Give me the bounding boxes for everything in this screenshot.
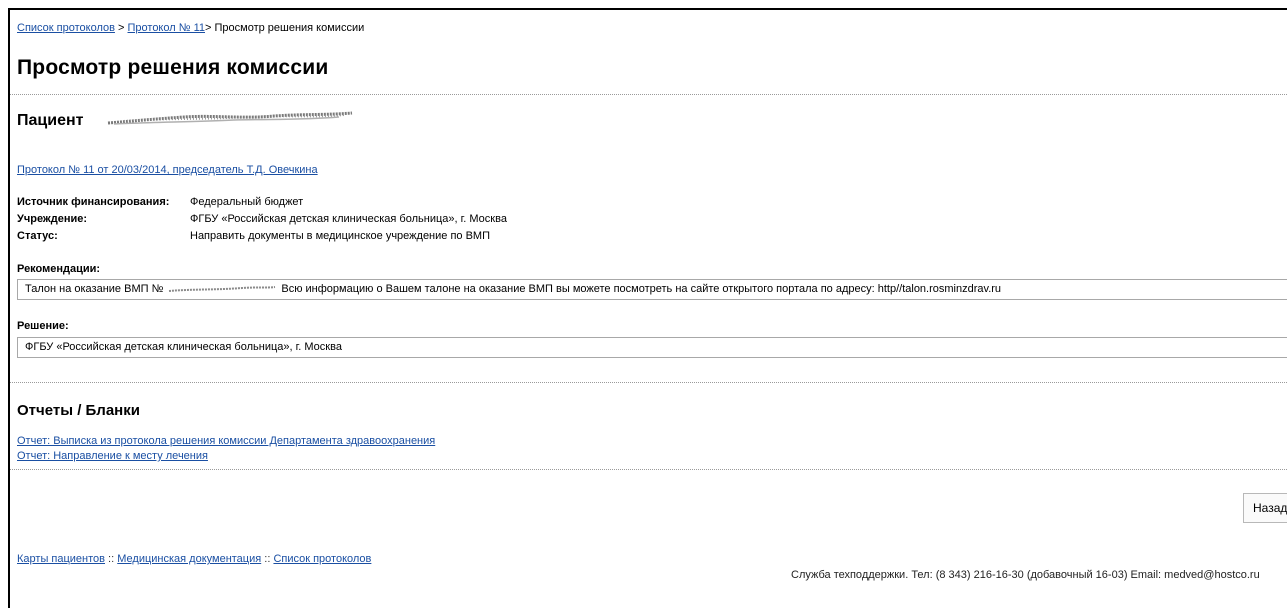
footer-link-medical-docs[interactable]: Медицинская документация [117,553,261,565]
recommendations-prefix: Талон на оказание ВМП № [25,283,164,295]
breadcrumb-separator: > [114,22,128,34]
status-value: Направить документы в медицинское учрежд… [190,230,490,242]
financing-source-value: Федеральный бюджет [190,196,304,208]
decision-value: ФГБУ «Российская детская клиническая бол… [25,341,342,353]
divider [10,469,1287,470]
protocol-link[interactable]: Протокол № 11 от 20/03/2014, председател… [17,164,318,176]
recommendations-label: Рекомендации: [17,263,101,275]
footer-nav: Карты пациентов :: Медицинская документа… [17,553,371,565]
redacted-ticket-number [169,286,276,293]
status-label: Статус: [17,230,58,242]
back-button[interactable]: Назад [1243,493,1287,523]
reports-title: Отчеты / Бланки [17,402,140,419]
divider [10,382,1287,383]
report-referral-link[interactable]: Отчет: Направление к месту лечения [17,450,208,462]
institution-value: ФГБУ «Российская детская клиническая бол… [190,213,507,225]
divider [10,94,1287,95]
financing-source-label: Источник финансирования: [17,196,170,208]
breadcrumb-current: Просмотр решения комиссии [214,22,365,34]
footer-separator: :: [105,553,118,565]
recommendations-text: Всю информацию о Вашем талоне на оказани… [281,283,1002,295]
footer-link-patient-cards[interactable]: Карты пациентов [17,553,105,565]
recommendations-field[interactable]: Талон на оказание ВМП № Всю информацию о … [17,279,1287,300]
decision-field[interactable]: ФГБУ «Российская детская клиническая бол… [17,337,1287,358]
decision-label: Решение: [17,320,69,332]
footer-separator: :: [261,553,274,565]
report-extract-link[interactable]: Отчет: Выписка из протокола решения коми… [17,435,435,447]
breadcrumb-protocol-list-link[interactable]: Список протоколов [17,22,115,34]
support-contact-text: Служба техподдержки. Тел: (8 343) 216-16… [791,569,1260,581]
footer-link-protocol-list[interactable]: Список протоколов [273,553,371,565]
content-frame [8,8,1287,608]
institution-label: Учреждение: [17,213,88,225]
breadcrumb: Список протоколов > Протокол № 11> Просм… [17,22,364,34]
breadcrumb-protocol-link[interactable]: Протокол № 11 [128,22,206,34]
page-title: Просмотр решения комиссии [17,56,329,79]
patient-label: Пациент [17,112,84,129]
redacted-patient-name [107,111,353,125]
